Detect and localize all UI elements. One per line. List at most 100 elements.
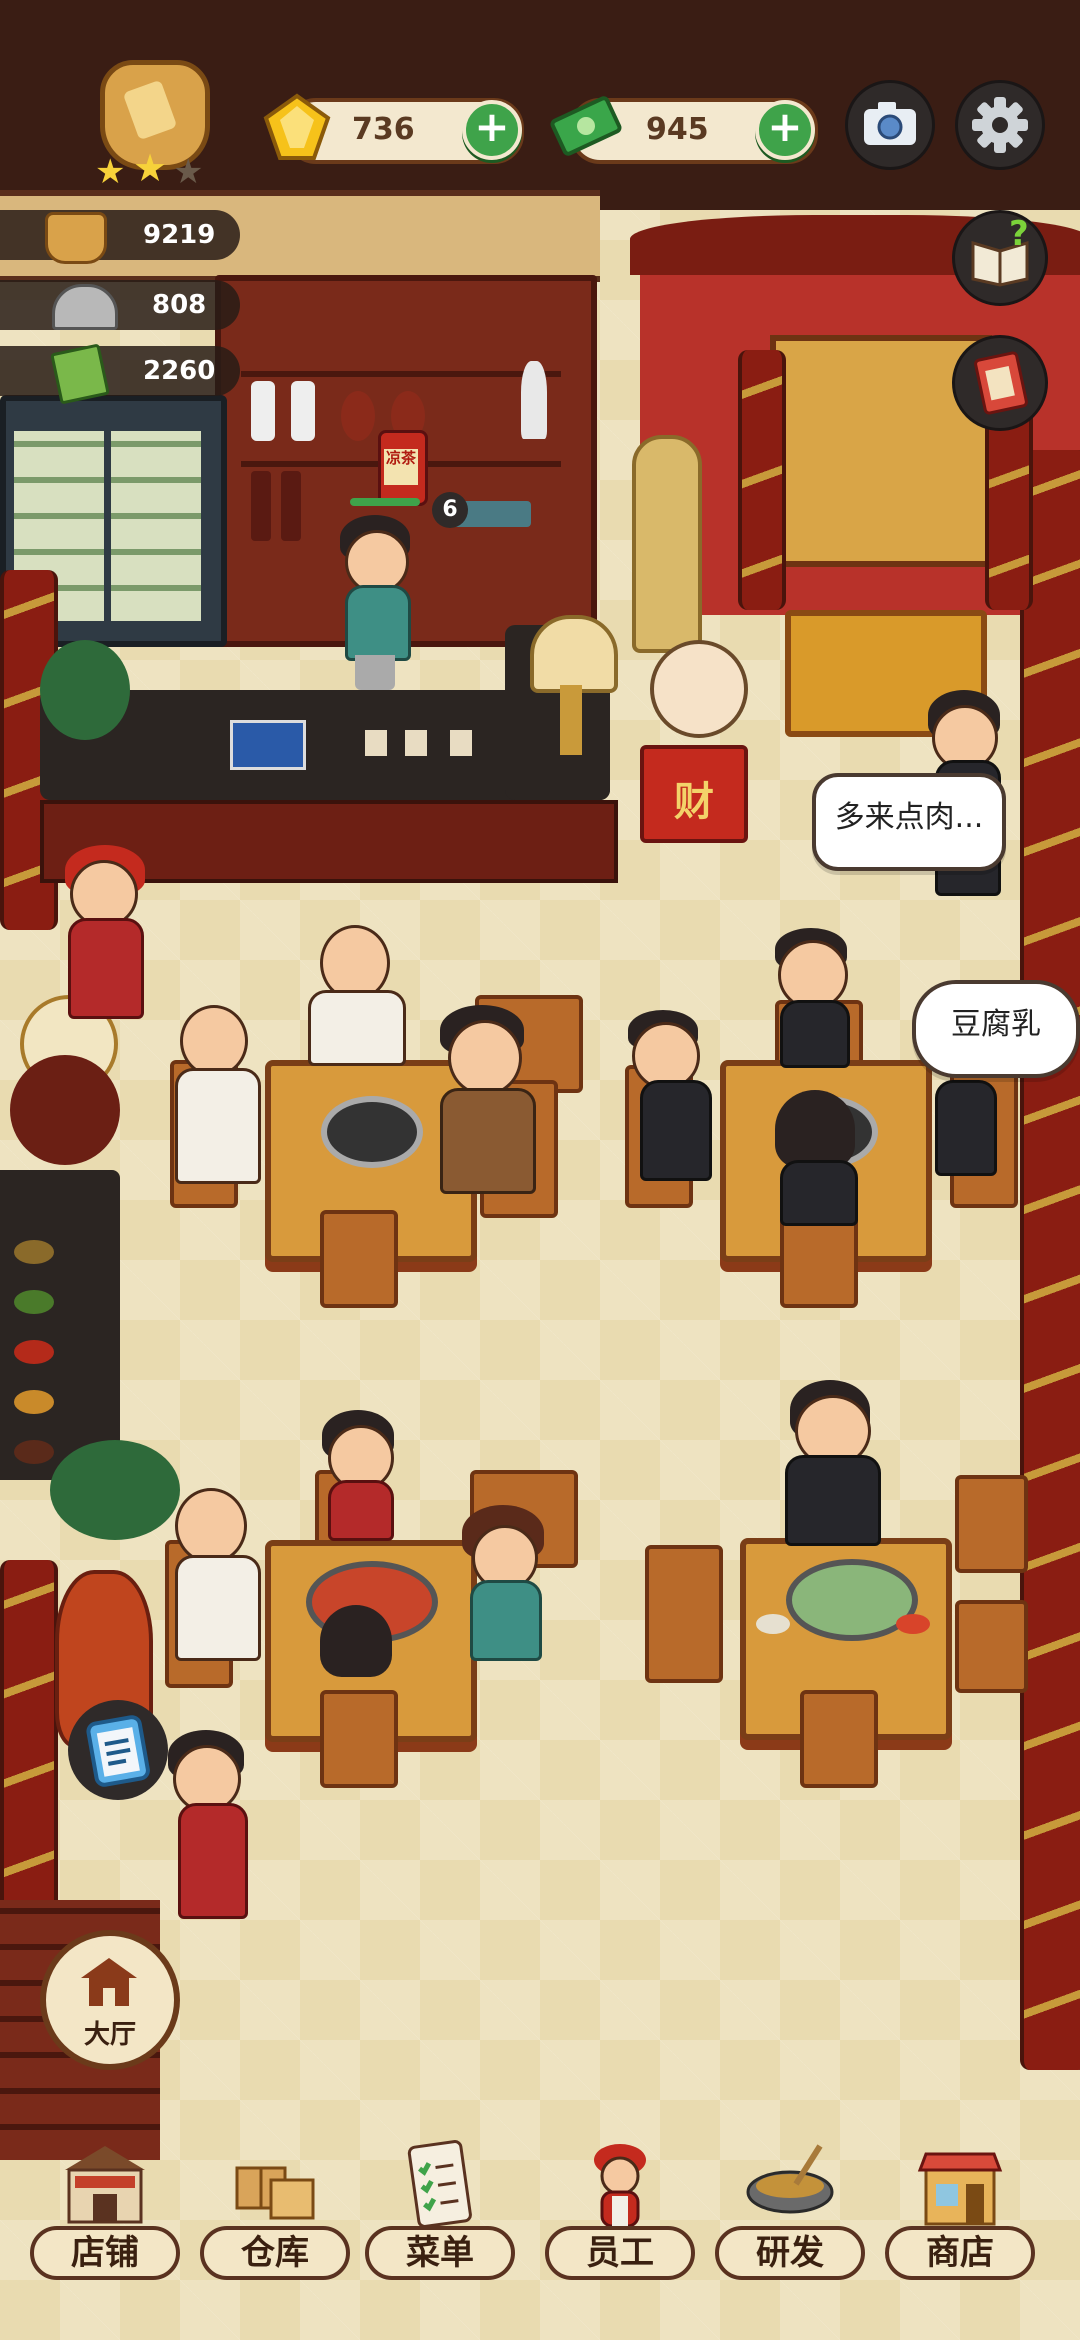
potted-pine [50,1440,180,1540]
shop-icon [65,2146,145,2224]
speech-bubble-order[interactable]: 多来点肉... [812,773,1006,871]
cash-value: 945 [646,112,709,147]
waiter[interactable] [178,1803,248,1919]
customer-hair [320,1605,392,1677]
nav-research-label: 研发 [715,2226,865,2280]
nav-warehouse-label: 仓库 [200,2226,350,2280]
customer[interactable] [440,1088,536,1194]
nav-warehouse-button[interactable]: 仓库 [200,2140,350,2280]
customer[interactable] [935,1080,997,1176]
rank-stars: ★ ★ ★ [65,146,235,192]
customer[interactable] [175,1555,261,1661]
air-purifier [632,435,702,653]
stat-service-value: 808 [152,290,207,320]
customer[interactable] [780,1000,850,1068]
customer[interactable] [328,1480,394,1541]
herbal-tea-can[interactable]: 凉茶 [378,430,428,506]
star-empty-icon: ★ [173,152,204,192]
customer[interactable] [470,1580,542,1661]
stat-service: 808 [0,280,240,330]
customer-hair [775,1090,855,1168]
hotpot-burner [321,1096,423,1168]
camera-button[interactable] [845,80,935,170]
warehouse-icon [235,2166,315,2220]
stat-menu: 2260 [0,343,240,405]
logbook-icon [974,351,1028,415]
gems-value: 736 [352,112,415,147]
drink-count-badge: 6 [432,492,468,528]
chair [320,1210,398,1308]
store-icon [917,2152,1003,2226]
hall-button[interactable]: 大厅 [40,1930,180,2070]
vase-stand [10,1055,120,1165]
star-filled-icon: ★ [133,146,168,190]
research-icon [746,2144,834,2214]
chair [320,1690,398,1788]
drink-label: 凉茶 [384,449,418,485]
bottom-nav: 店铺 仓库 菜单 员工 研发 商店 [0,2120,1080,2340]
customer[interactable] [785,1455,881,1546]
customer-head [175,1488,247,1564]
chair [800,1690,878,1788]
stat-hotpot: 9219 [0,210,240,264]
customer-head [448,1020,522,1096]
stat-hotpot-value: 9219 [143,220,216,250]
tablet-icon [230,720,306,770]
nav-menu-button[interactable]: 菜单 [365,2140,515,2280]
speech-bubble-request[interactable]: 豆腐乳 [912,980,1080,1078]
customer[interactable] [308,990,406,1066]
waiter[interactable] [68,918,144,1019]
bartender[interactable] [345,585,411,661]
cash-icon [548,88,624,164]
add-cash-button[interactable]: + [755,100,815,160]
customer-head [180,1005,248,1077]
stat-menu-value: 2260 [143,356,216,386]
drink-progress-bar [350,498,420,506]
help-book-icon: ? [971,214,1029,287]
gear-icon [972,97,1028,153]
nav-store-button[interactable]: 商店 [885,2140,1035,2280]
menu-icon [407,2140,472,2228]
clipboard-icon [86,1715,150,1787]
chair [645,1545,723,1683]
svg-text:?: ? [1009,214,1029,254]
customer[interactable] [175,1068,261,1184]
pillar-gate-left [738,350,786,610]
pillar-left-lower [0,1560,58,1920]
cloche-icon [52,284,118,330]
camera-icon [864,102,916,145]
bartender-skirt [355,655,395,690]
staff-icon [594,2144,646,2228]
nav-staff-label: 员工 [545,2226,695,2280]
nav-staff-button[interactable]: 员工 [545,2140,695,2280]
customer[interactable] [780,1160,858,1226]
hall-label: 大厅 [83,2020,136,2050]
nav-shop-button[interactable]: 店铺 [30,2140,180,2280]
chair [955,1600,1028,1693]
chair [955,1475,1028,1573]
customer[interactable] [640,1080,712,1181]
nav-shop-label: 店铺 [30,2226,180,2280]
star-filled-icon: ★ [95,152,126,192]
sauce-station[interactable] [0,1170,120,1480]
lamp-stand [560,685,582,755]
orders-button[interactable] [68,1700,168,1800]
hotpot-icon [45,212,107,264]
add-gems-button[interactable]: + [462,100,522,160]
pillar-right [1020,450,1080,2070]
bonsai-tree [40,640,130,740]
help-button[interactable]: ? [952,210,1048,306]
restaurant-rank-badge[interactable]: ★ ★ ★ [65,60,235,192]
nav-menu-label: 菜单 [365,2226,515,2280]
settings-button[interactable] [955,80,1045,170]
nav-store-label: 商店 [885,2226,1035,2280]
table-lamp [530,615,618,693]
logbook-button[interactable] [952,335,1048,431]
gem-icon [262,92,332,162]
cat-sign-label: 财 [674,779,714,825]
hall-icon [81,1958,137,2006]
recipe-book-icon [50,343,110,405]
nav-research-button[interactable]: 研发 [715,2140,865,2280]
cat-box: 财 [640,745,748,843]
lucky-cat[interactable] [650,640,748,738]
